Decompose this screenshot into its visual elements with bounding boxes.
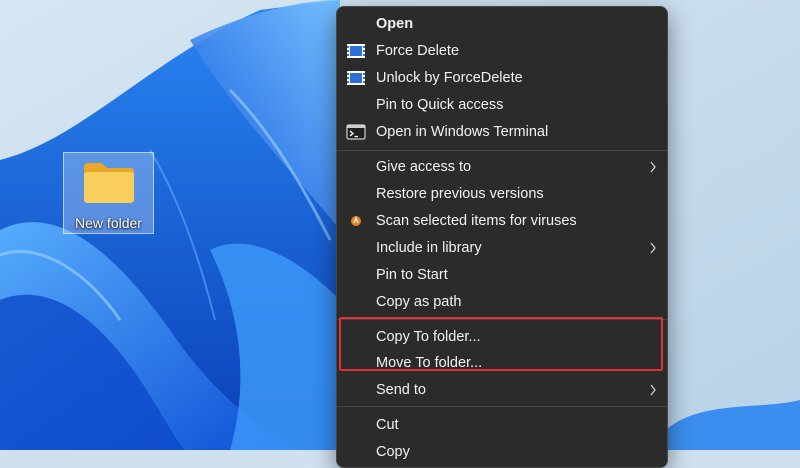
menu-item-unlock-by-forcedelete[interactable]: Unlock by ForceDelete <box>337 65 667 91</box>
menu-item-label: Copy as path <box>376 294 462 310</box>
menu-item-pin-to-quick-access[interactable]: Pin to Quick access <box>337 92 667 118</box>
menu-item-open[interactable]: Open <box>337 11 667 37</box>
antivirus-icon <box>351 216 361 226</box>
menu-item-label: Scan selected items for viruses <box>376 213 577 229</box>
menu-item-label: Open <box>376 16 414 32</box>
chevron-right-icon <box>650 384 656 396</box>
menu-item-label: Send to <box>376 382 426 398</box>
menu-item-label: Open in Windows Terminal <box>376 124 549 140</box>
menu-item-scan-for-viruses[interactable]: Scan selected items for viruses <box>337 208 667 234</box>
menu-item-label: Pin to Start <box>376 267 448 283</box>
forcedelete-icon <box>347 44 365 58</box>
menu-item-label: Unlock by ForceDelete <box>376 70 523 86</box>
menu-item-pin-to-start[interactable]: Pin to Start <box>337 262 667 288</box>
desktop-folder-label: New folder <box>75 215 142 231</box>
desktop-folder-new-folder[interactable]: New folder <box>63 152 154 234</box>
menu-separator <box>337 406 667 407</box>
menu-item-label: Cut <box>376 417 399 433</box>
menu-item-label: Pin to Quick access <box>376 97 504 113</box>
forcedelete-icon <box>347 71 365 85</box>
context-menu: Open Force Delete Unlock by ForceDelete <box>336 6 668 468</box>
menu-item-send-to[interactable]: Send to <box>337 377 667 403</box>
menu-item-label: Restore previous versions <box>376 186 544 202</box>
menu-item-copy-as-path[interactable]: Copy as path <box>337 289 667 315</box>
menu-item-label: Give access to <box>376 159 472 175</box>
menu-item-open-in-windows-terminal[interactable]: Open in Windows Terminal <box>337 119 667 145</box>
menu-item-restore-previous-versions[interactable]: Restore previous versions <box>337 181 667 207</box>
menu-item-force-delete[interactable]: Force Delete <box>337 38 667 64</box>
menu-item-give-access-to[interactable]: Give access to <box>337 154 667 180</box>
menu-item-label: Include in library <box>376 240 482 256</box>
menu-item-copy[interactable]: Copy <box>337 439 667 465</box>
highlight-box <box>339 317 663 371</box>
chevron-right-icon <box>650 242 656 254</box>
menu-item-label: Force Delete <box>376 43 460 59</box>
terminal-icon <box>346 124 366 140</box>
menu-item-include-in-library[interactable]: Include in library <box>337 235 667 261</box>
menu-item-label: Copy <box>376 444 410 460</box>
chevron-right-icon <box>650 161 656 173</box>
menu-separator <box>337 150 667 151</box>
menu-item-cut[interactable]: Cut <box>337 412 667 438</box>
folder-icon <box>84 163 134 203</box>
